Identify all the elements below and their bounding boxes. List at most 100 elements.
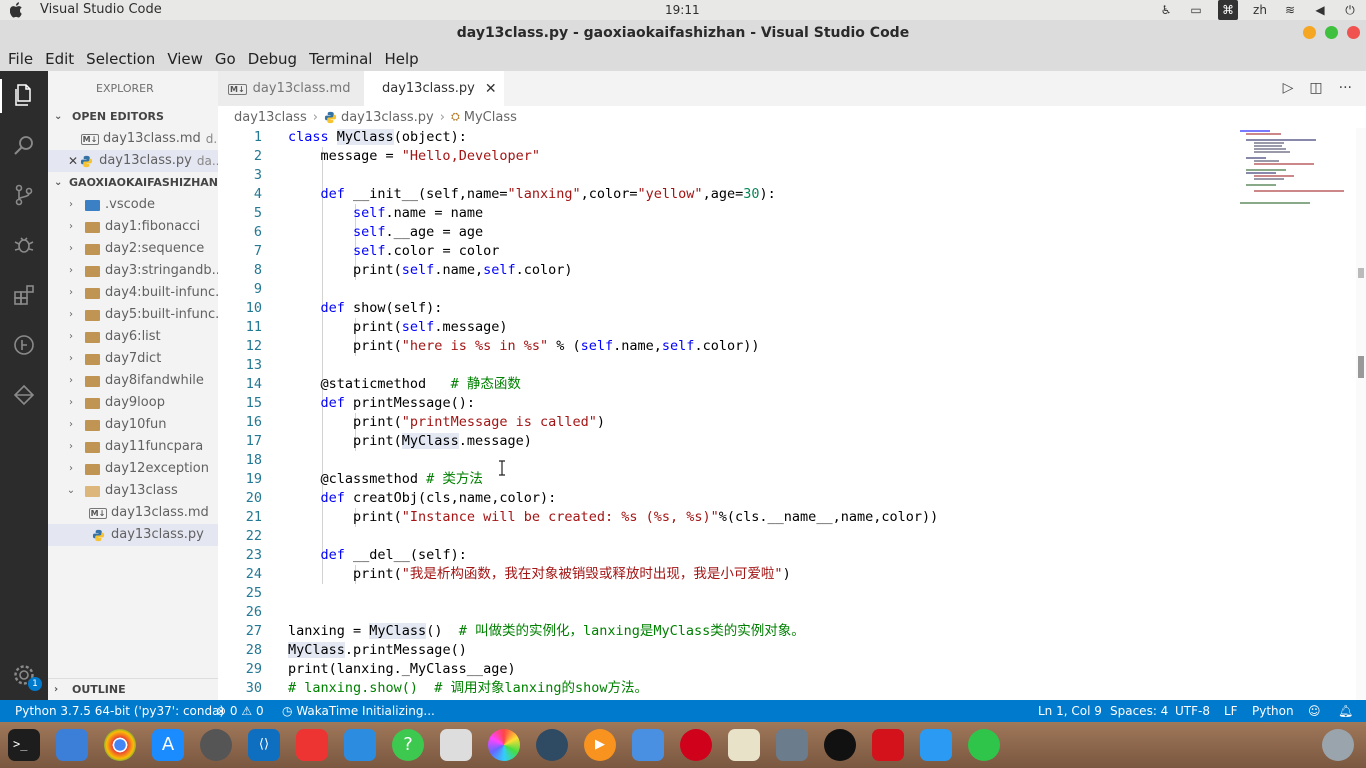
project-section[interactable]: ⌄ GAOXIAOKAIFASHIZHAN [48,172,218,194]
code-line[interactable]: 18 [218,451,1236,470]
tree-item-folder[interactable]: › day11funcpara [48,436,218,458]
code-line[interactable]: 9 [218,280,1236,299]
tree-item-folder[interactable]: › day9loop [48,392,218,414]
menu-help[interactable]: Help [384,50,418,68]
code-line[interactable]: 21 print("Instance will be created: %s (… [218,508,1236,527]
code-editor[interactable]: 1 class MyClass(object): 2 message = "Hell… [218,128,1236,700]
code-line[interactable]: 19 @classmethod # 类方法 [218,470,1236,489]
code-line[interactable]: 23 def __del__(self): [218,546,1236,565]
source-control-icon[interactable] [12,183,36,207]
close-window-button[interactable] [1347,26,1360,39]
remote-explorer-icon[interactable] [12,383,36,407]
archive-app-icon[interactable] [776,729,808,761]
code-line[interactable]: 5 self.name = name [218,204,1236,223]
wifi-icon[interactable]: ≋ [1282,3,1298,17]
clock[interactable]: 19:11 [665,3,700,17]
tree-item-folder[interactable]: › .vscode [48,194,218,216]
tree-item-folder[interactable]: › day5:built-infunc... [48,304,218,326]
chrome-app-icon[interactable] [104,729,136,761]
tree-item-folder[interactable]: › day2:sequence [48,238,218,260]
code-line[interactable]: 14 @staticmethod # 静态函数 [218,375,1236,394]
code-line[interactable]: 11 print(self.message) [218,318,1236,337]
python-interpreter[interactable]: Python 3.7.5 64-bit ('py37': conda) [15,700,224,722]
menu-go[interactable]: Go [215,50,236,68]
tree-item-folder[interactable]: › day8ifandwhile [48,370,218,392]
split-editor-icon[interactable]: ◫ [1309,80,1322,96]
breadcrumb-symbol[interactable]: MyClass [464,110,517,125]
minimap[interactable] [1236,128,1356,700]
code-line[interactable]: 12 print("here is %s in %s" % (self.name… [218,337,1236,356]
maximize-button[interactable] [1325,26,1338,39]
extensions-icon[interactable] [12,283,36,307]
code-line[interactable]: 1 class MyClass(object): [218,128,1236,147]
close-icon[interactable]: ✕ [68,150,78,172]
menu-debug[interactable]: Debug [248,50,297,68]
run-icon[interactable]: ▷ [1283,80,1294,96]
app-store-icon[interactable]: A [152,729,184,761]
code-line[interactable]: 29 print(lanxing._MyClass__age) [218,660,1236,679]
remote-desktop-icon[interactable] [344,729,376,761]
encoding[interactable]: UTF-8 [1175,700,1210,722]
code-line[interactable]: 30 # lanxing.show() # 调用对象lanxing的show方法。 [218,679,1236,698]
finder-app-icon[interactable] [56,729,88,761]
code-line[interactable]: 28 MyClass.printMessage() [218,641,1236,660]
terminal-app-icon[interactable]: >_ [8,729,40,761]
tree-item-folder[interactable]: › day7dict [48,348,218,370]
debug-icon[interactable] [12,233,36,257]
tab-day13class-md[interactable]: M↓ day13class.md [218,71,364,106]
code-line[interactable]: 25 [218,584,1236,603]
close-icon[interactable]: ✕ [485,81,497,97]
command-icon[interactable]: ⌘ [1218,0,1238,20]
toolbox-app-icon[interactable] [920,729,952,761]
tree-item-folder[interactable]: › day4:built-infunc... [48,282,218,304]
language-mode[interactable]: Python [1252,700,1294,722]
settings-app-icon[interactable] [200,729,232,761]
active-app-name[interactable]: Visual Studio Code [40,2,162,17]
wakatime-status[interactable]: ◷ WakaTime Initializing... [282,700,435,722]
search-icon[interactable] [12,133,36,157]
tree-item-folder-open[interactable]: ⌄ day13class [48,480,218,502]
code-line[interactable]: 6 self.__age = age [218,223,1236,242]
screenshot-app-icon[interactable] [440,729,472,761]
gitlens-icon[interactable] [12,333,36,357]
indentation[interactable]: Spaces: 4 [1110,700,1168,722]
code-line[interactable]: 20 def creatObj(cls,name,color): [218,489,1236,508]
obs-app-icon[interactable] [824,729,856,761]
code-line[interactable]: 10 def show(self): [218,299,1236,318]
breadcrumb-file[interactable]: day13class.py [341,110,434,125]
code-line[interactable]: 2 message = "Hello,Developer" [218,147,1236,166]
volume-icon[interactable]: ◀ [1312,3,1328,17]
tree-item-folder[interactable]: › day12exception [48,458,218,480]
menu-file[interactable]: File [8,50,33,68]
tree-item-file[interactable]: M↓ day13class.md [48,502,218,524]
cursor-position[interactable]: Ln 1, Col 9 [1038,700,1102,722]
tree-item-folder[interactable]: › day10fun [48,414,218,436]
tree-item-folder[interactable]: › day3:stringandb... [48,260,218,282]
menu-edit[interactable]: Edit [45,50,74,68]
code-line[interactable]: 4 def __init__(self,name="lanxing",color… [218,185,1236,204]
breadcrumb-folder[interactable]: day13class [234,110,307,125]
scrollbar-thumb[interactable] [1358,356,1364,378]
menu-view[interactable]: View [167,50,203,68]
open-editor-item-py[interactable]: ✕ day13class.py da... [48,150,218,172]
code-line[interactable]: 15 def printMessage(): [218,394,1236,413]
notes-app-icon[interactable] [728,729,760,761]
code-line[interactable]: 26 [218,603,1236,622]
end-of-line[interactable]: LF [1224,700,1238,722]
explorer-icon[interactable] [12,83,36,107]
power-icon[interactable]: ⏻ [1342,3,1358,17]
menu-selection[interactable]: Selection [86,50,155,68]
menu-terminal[interactable]: Terminal [309,50,372,68]
open-editor-item-md[interactable]: M↓ day13class.md d... [48,128,218,150]
code-line[interactable]: 22 [218,527,1236,546]
xmind-app-icon[interactable] [872,729,904,761]
code-line[interactable]: 24 print("我是析构函数，我在对象被销毁或释放时出现，我是小可爱啦") [218,565,1236,584]
outline-section[interactable]: › OUTLINE [48,678,218,700]
code-line[interactable]: 16 print("printMessage is called") [218,413,1236,432]
photos-app-icon[interactable] [488,729,520,761]
camera-icon[interactable]: ▭ [1188,3,1204,17]
tree-item-file-selected[interactable]: day13class.py [48,524,218,546]
feedback-smiley-icon[interactable]: ☺ [1308,700,1321,722]
apple-icon[interactable] [10,2,24,18]
netease-music-icon[interactable] [296,729,328,761]
